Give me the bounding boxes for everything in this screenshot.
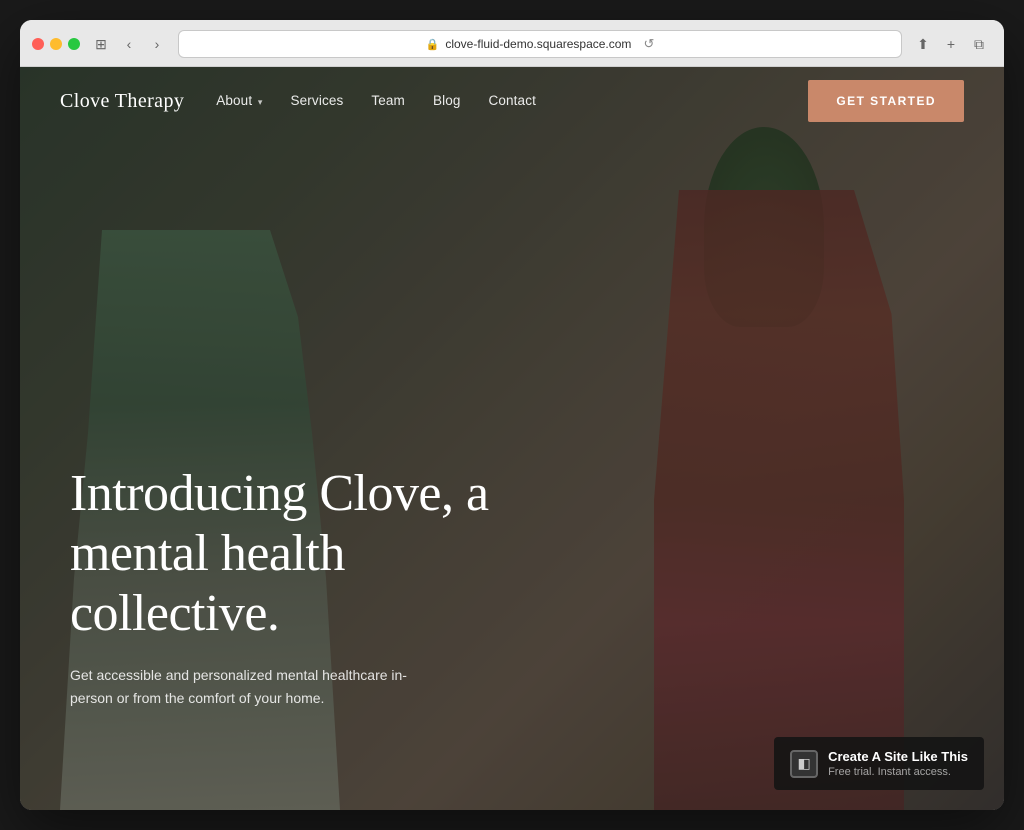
new-tab-button[interactable]: + <box>938 31 964 57</box>
browser-back-button[interactable]: ‹ <box>116 31 142 57</box>
nav-link-team[interactable]: Team <box>371 93 405 108</box>
copy-tab-button[interactable]: ⧉ <box>966 31 992 57</box>
fullscreen-button[interactable] <box>68 38 80 50</box>
nav-link-contact[interactable]: Contact <box>489 93 536 108</box>
browser-window: ⊞ ‹ › 🔒 clove-fluid-demo.squarespace.com… <box>20 20 1004 810</box>
cta-button[interactable]: GET STARTED <box>808 80 964 122</box>
url-text: clove-fluid-demo.squarespace.com <box>445 37 631 51</box>
nav-link-about[interactable]: About ▾ <box>216 93 262 108</box>
dropdown-arrow-icon: ▾ <box>255 97 262 107</box>
address-bar[interactable]: 🔒 clove-fluid-demo.squarespace.com ↺ <box>178 30 902 58</box>
lock-icon: 🔒 <box>426 38 440 51</box>
traffic-lights <box>32 38 80 50</box>
squarespace-badge-text: Create A Site Like This Free trial. Inst… <box>828 749 968 778</box>
squarespace-badge-sub: Free trial. Instant access. <box>828 766 968 778</box>
navbar: Clove Therapy About ▾ Services Team Blog <box>20 67 1004 135</box>
hero-subtitle: Get accessible and personalized mental h… <box>70 664 410 710</box>
browser-chrome: ⊞ ‹ › 🔒 clove-fluid-demo.squarespace.com… <box>20 20 1004 67</box>
squarespace-badge-cta: Create A Site Like This <box>828 749 968 764</box>
browser-forward-button[interactable]: › <box>144 31 170 57</box>
browser-grid-button[interactable]: ⊞ <box>88 31 114 57</box>
close-button[interactable] <box>32 38 44 50</box>
brand-name[interactable]: Clove Therapy <box>60 90 184 113</box>
refresh-icon[interactable]: ↺ <box>643 36 654 52</box>
nav-item-contact[interactable]: Contact <box>489 92 536 110</box>
hero-title: Introducing Clove, a mental health colle… <box>70 464 510 643</box>
nav-item-blog[interactable]: Blog <box>433 92 461 110</box>
website-content: Clove Therapy About ▾ Services Team Blog <box>20 67 1004 810</box>
squarespace-logo-icon: ◧ <box>790 750 818 778</box>
browser-nav-buttons: ⊞ ‹ › <box>88 31 170 57</box>
nav-item-about[interactable]: About ▾ <box>216 92 262 110</box>
nav-link-blog[interactable]: Blog <box>433 93 461 108</box>
nav-item-services[interactable]: Services <box>291 92 344 110</box>
hero-content: Introducing Clove, a mental health colle… <box>70 464 510 710</box>
nav-item-team[interactable]: Team <box>371 92 405 110</box>
squarespace-badge[interactable]: ◧ Create A Site Like This Free trial. In… <box>774 737 984 790</box>
nav-link-services[interactable]: Services <box>291 93 344 108</box>
minimize-button[interactable] <box>50 38 62 50</box>
share-button[interactable]: ⬆ <box>910 31 936 57</box>
nav-links: About ▾ Services Team Blog Contact <box>216 92 536 110</box>
browser-actions: ⬆ + ⧉ <box>910 31 992 57</box>
